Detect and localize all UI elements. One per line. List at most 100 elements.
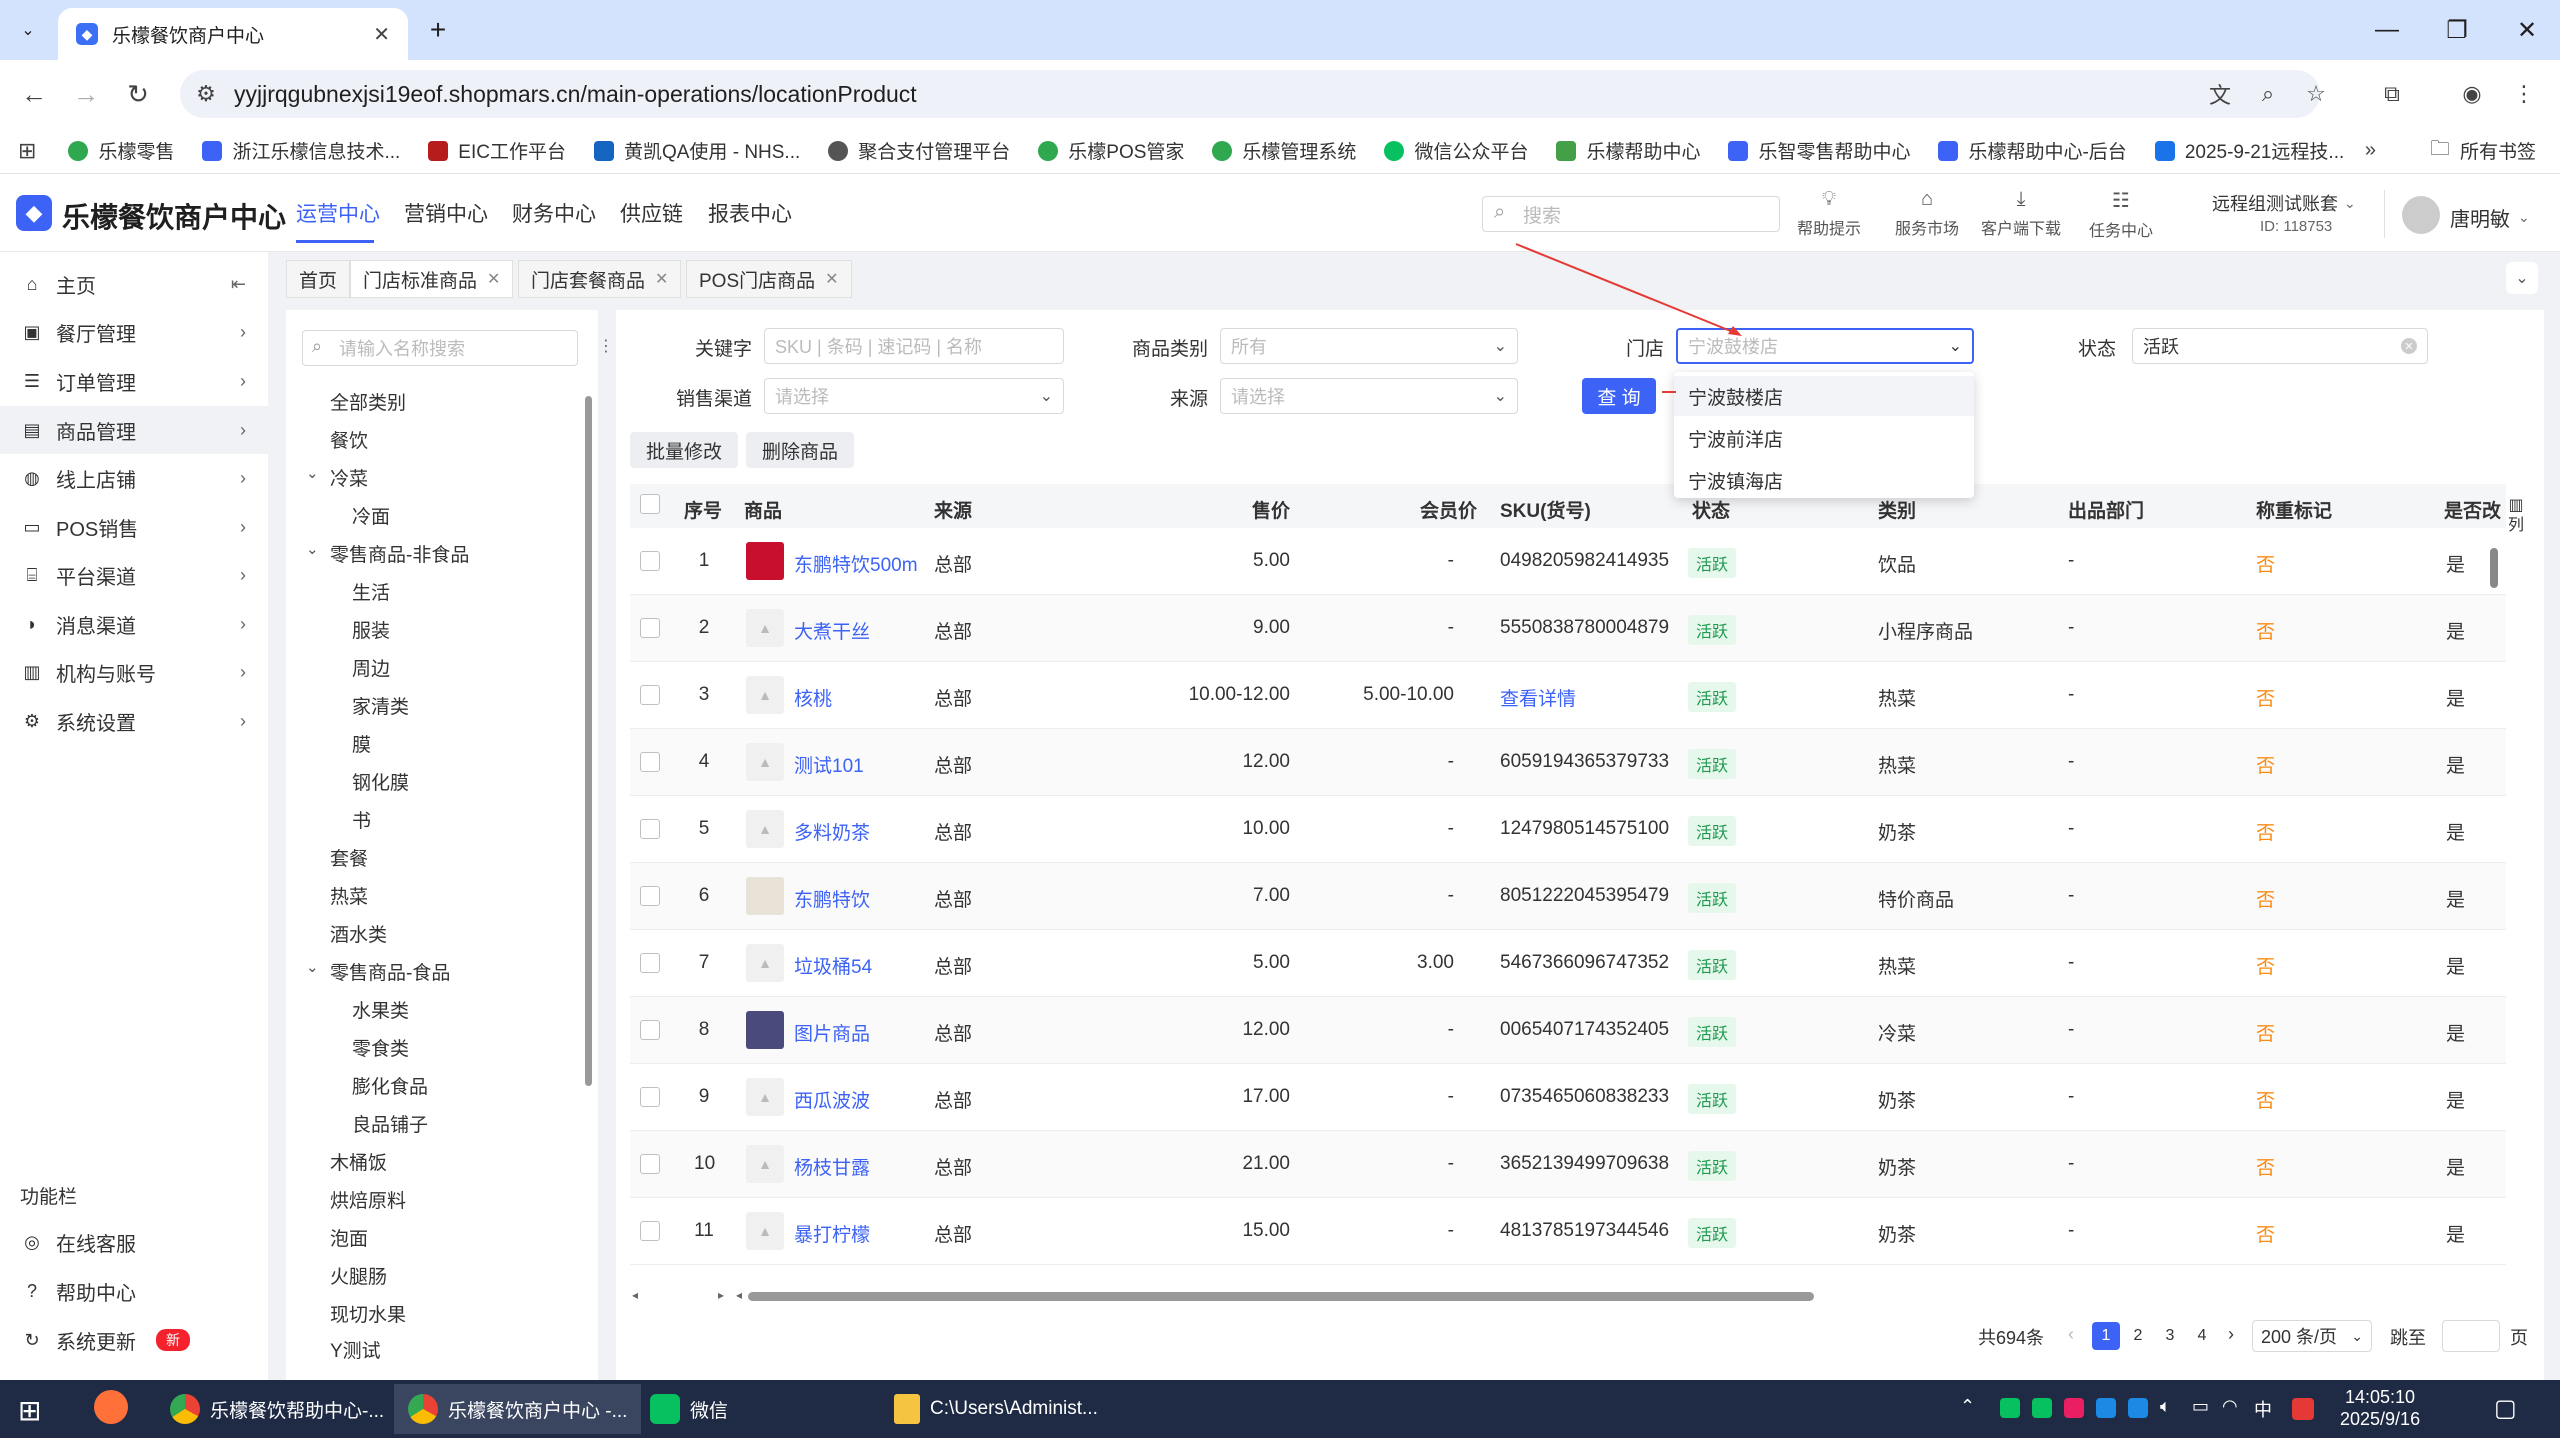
page-number[interactable]: 3 bbox=[2156, 1322, 2184, 1350]
bookmark-item[interactable]: 乐智零售帮助中心 bbox=[1714, 128, 1924, 174]
category-item[interactable]: 良品铺子 bbox=[352, 1110, 428, 1137]
client-download-button[interactable]: ⤓ 客户端下载 bbox=[1976, 188, 2066, 239]
category-item[interactable]: 木桶饭 bbox=[330, 1148, 387, 1175]
topnav-marketing[interactable]: 营销中心 bbox=[404, 198, 488, 228]
profile-icon[interactable]: ◉ bbox=[2456, 78, 2488, 110]
tray-expand-icon[interactable]: ⌃ bbox=[1960, 1396, 1975, 1417]
product-name-link[interactable]: 杨枝甘露 bbox=[794, 1153, 870, 1180]
maximize-icon[interactable]: ❐ bbox=[2422, 0, 2492, 60]
sogou-icon[interactable] bbox=[2292, 1398, 2314, 1420]
sidebar-item-settings[interactable]: ⚙ 系统设置 › bbox=[0, 697, 268, 745]
bookmark-item[interactable]: 乐檬POS管家 bbox=[1024, 128, 1198, 174]
forward-icon[interactable]: → bbox=[66, 74, 106, 114]
scroll-right-icon[interactable]: ▸ bbox=[718, 1288, 724, 1302]
sidebar-item-products[interactable]: ▤ 商品管理 › bbox=[0, 406, 268, 454]
tab-search-icon[interactable]: ⌄ bbox=[12, 14, 44, 46]
vertical-scrollbar[interactable] bbox=[2490, 548, 2498, 588]
close-tab-icon[interactable]: ✕ bbox=[655, 269, 668, 289]
address-bar[interactable]: yyjjrqgubnexjsi19eof.shopmars.cn/main-op… bbox=[180, 70, 2320, 118]
taskbar-app[interactable]: 乐檬餐饮帮助中心-... bbox=[156, 1384, 398, 1434]
bookmark-item[interactable]: 2025-9-21远程技... bbox=[2141, 128, 2358, 174]
store-option[interactable]: 宁波镇海店 bbox=[1674, 460, 1974, 500]
category-item[interactable]: 零售商品-食品 bbox=[330, 958, 450, 985]
category-item[interactable]: Y测试 bbox=[330, 1336, 381, 1363]
page-size-select[interactable]: 200 条/页 ⌄ bbox=[2252, 1320, 2372, 1352]
prev-page-icon[interactable]: ‹ bbox=[2068, 1324, 2074, 1345]
topnav-finance[interactable]: 财务中心 bbox=[512, 198, 596, 228]
bookmark-item[interactable]: 乐檬帮助中心-后台 bbox=[1924, 128, 2140, 174]
row-checkbox[interactable] bbox=[640, 1221, 660, 1241]
row-checkbox[interactable] bbox=[640, 1154, 660, 1174]
category-item[interactable]: 餐饮 bbox=[330, 426, 368, 453]
view-details-link[interactable]: 查看详情 bbox=[1500, 684, 1576, 711]
tray-app-icon[interactable] bbox=[2064, 1398, 2084, 1418]
category-item[interactable]: 生活 bbox=[352, 578, 390, 605]
chevron-down-icon[interactable]: ⌄ bbox=[306, 540, 319, 558]
bookmarks-overflow-icon[interactable]: » bbox=[2365, 139, 2376, 162]
wifi-icon[interactable]: ◠ bbox=[2222, 1396, 2238, 1417]
sidebar-item-orders[interactable]: ☰ 订单管理 › bbox=[0, 357, 268, 405]
product-name-link[interactable]: 东鹏特饮 bbox=[794, 885, 870, 912]
row-checkbox[interactable] bbox=[640, 618, 660, 638]
product-name-link[interactable]: 东鹏特饮500m bbox=[794, 550, 918, 577]
bookmark-item[interactable]: 乐檬零售 bbox=[54, 128, 188, 174]
category-item[interactable]: 冷菜 bbox=[330, 464, 368, 491]
keyword-input[interactable]: SKU | 条码 | 速记码 | 名称 bbox=[764, 328, 1064, 364]
sidebar-item-pos-sales[interactable]: ▭ POS销售 › bbox=[0, 503, 268, 551]
notification-icon[interactable]: ▢ bbox=[2494, 1394, 2517, 1423]
column-settings-button[interactable]: ▥ 列 bbox=[2506, 496, 2526, 536]
battery-icon[interactable]: ▭ bbox=[2192, 1396, 2209, 1417]
status-select[interactable]: 活跃 ✕ bbox=[2132, 328, 2428, 364]
ime-indicator[interactable]: 中 bbox=[2254, 1396, 2272, 1422]
row-checkbox[interactable] bbox=[640, 685, 660, 705]
category-item[interactable]: 全部类别 bbox=[330, 388, 406, 415]
avatar[interactable] bbox=[2402, 196, 2440, 234]
batch-edit-button[interactable]: 批量修改 bbox=[630, 432, 739, 468]
category-item[interactable]: 家清类 bbox=[352, 692, 409, 719]
tree-toggle-icon[interactable]: ⋮ bbox=[598, 336, 614, 356]
close-window-icon[interactable]: ✕ bbox=[2492, 0, 2560, 60]
bookmark-item[interactable]: EIC工作平台 bbox=[414, 128, 580, 174]
scroll-left-icon[interactable]: ◂ bbox=[736, 1288, 742, 1302]
task-center-button[interactable]: ☷ 任务中心 bbox=[2076, 188, 2166, 241]
tray-app-icon[interactable] bbox=[2032, 1398, 2052, 1418]
store-option[interactable]: 宁波鼓楼店 bbox=[1674, 376, 1974, 416]
product-name-link[interactable]: 暴打柠檬 bbox=[794, 1220, 870, 1247]
close-tab-icon[interactable]: ✕ bbox=[487, 269, 500, 289]
reload-icon[interactable]: ↻ bbox=[118, 74, 158, 114]
channel-select[interactable]: 请选择 ⌄ bbox=[764, 378, 1064, 414]
row-checkbox[interactable] bbox=[640, 1020, 660, 1040]
category-item[interactable]: 钢化膜 bbox=[352, 768, 409, 795]
row-checkbox[interactable] bbox=[640, 752, 660, 772]
category-item[interactable]: 膨化食品 bbox=[352, 1072, 428, 1099]
speaker-icon[interactable]: 🔈︎ bbox=[2160, 1396, 2171, 1417]
apps-grid-icon[interactable]: ⊞ bbox=[18, 138, 36, 164]
category-item[interactable]: 套餐 bbox=[330, 844, 368, 871]
product-name-link[interactable]: 大煮干丝 bbox=[794, 617, 870, 644]
source-select[interactable]: 请选择 ⌄ bbox=[1220, 378, 1518, 414]
sidebar-item-online-service[interactable]: ◎ 在线客服 bbox=[0, 1218, 268, 1266]
bookmark-item[interactable]: 乐檬管理系统 bbox=[1198, 128, 1370, 174]
product-name-link[interactable]: 图片商品 bbox=[794, 1019, 870, 1046]
category-item[interactable]: 酒水类 bbox=[330, 920, 387, 947]
category-item[interactable]: 水果类 bbox=[352, 996, 409, 1023]
category-search-input[interactable]: 请输入名称搜索 bbox=[302, 330, 578, 366]
sidebar-item-home[interactable]: ⌂ 主页 ⇤ bbox=[0, 260, 268, 308]
query-button[interactable]: 查 询 bbox=[1582, 378, 1656, 414]
tab-pos-store-goods[interactable]: POS门店商品 ✕ bbox=[686, 260, 852, 298]
bookmark-item[interactable]: 浙江乐檬信息技术... bbox=[188, 128, 414, 174]
clear-icon[interactable]: ✕ bbox=[2401, 338, 2417, 354]
account-switcher[interactable]: 远程组测试账套 ⌄ bbox=[2212, 190, 2356, 216]
category-item[interactable]: 周边 bbox=[352, 654, 390, 681]
back-icon[interactable]: ← bbox=[14, 74, 54, 114]
close-tab-icon[interactable]: ✕ bbox=[373, 22, 390, 47]
category-item[interactable]: 现切水果 bbox=[330, 1300, 406, 1327]
category-item[interactable]: 热菜 bbox=[330, 882, 368, 909]
close-tab-icon[interactable]: ✕ bbox=[825, 269, 838, 289]
next-page-icon[interactable]: › bbox=[2228, 1324, 2234, 1345]
global-search-input[interactable]: 搜索 bbox=[1482, 196, 1780, 232]
bookmark-star-icon[interactable]: ☆ bbox=[2300, 78, 2332, 110]
row-checkbox[interactable] bbox=[640, 1087, 660, 1107]
category-item[interactable]: 泡面 bbox=[330, 1224, 368, 1251]
jump-page-input[interactable] bbox=[2442, 1320, 2500, 1352]
